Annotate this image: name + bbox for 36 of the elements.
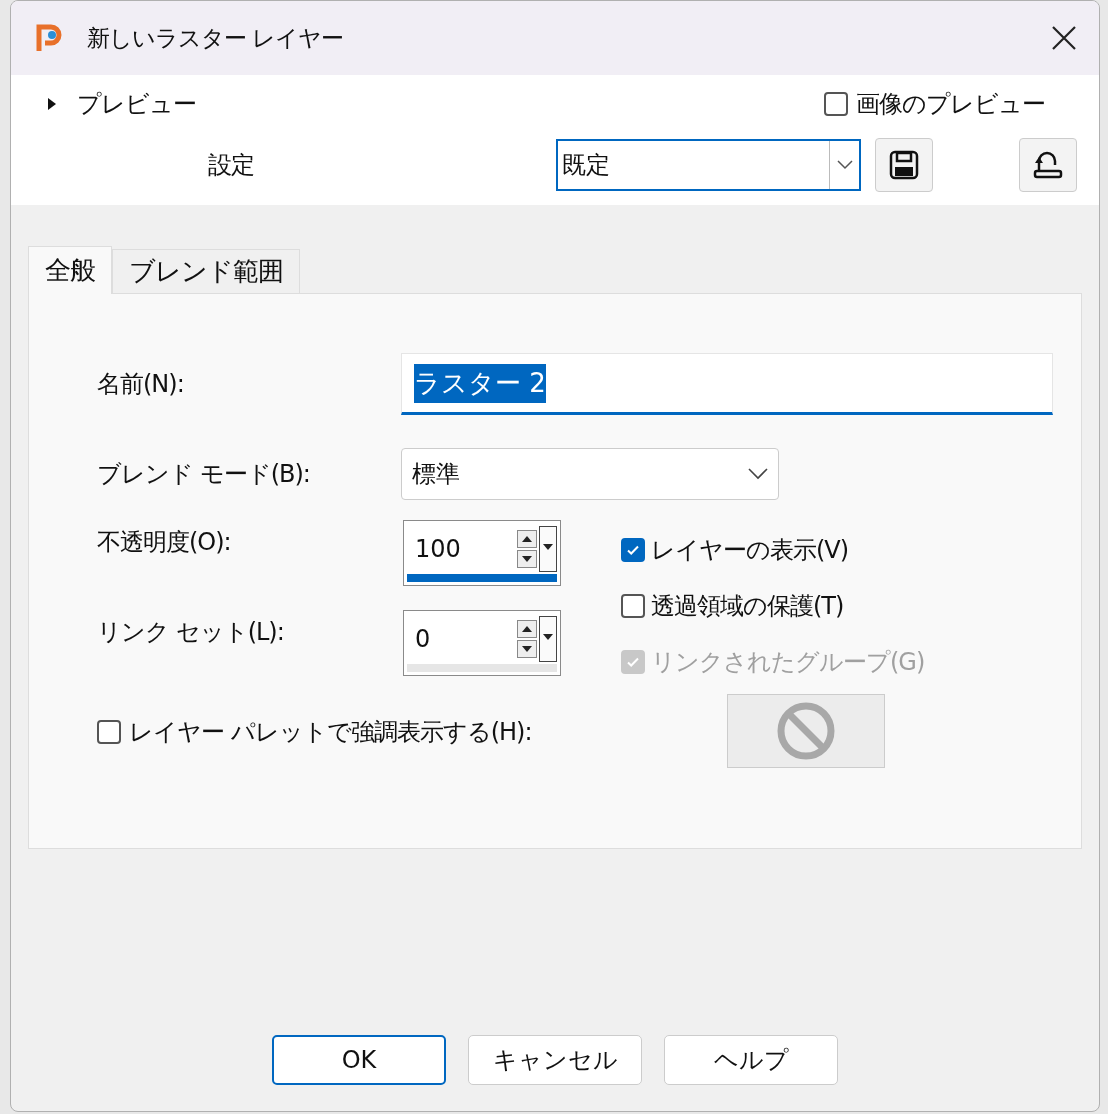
settings-dropdown[interactable]: 既定 <box>556 139 861 191</box>
chevron-down-icon <box>836 160 853 170</box>
name-input[interactable]: ラスター 2 <box>401 353 1053 415</box>
checkbox-label: 透過領域の保護(T) <box>651 591 844 622</box>
field-label: ブレンド モード(B): <box>97 459 311 490</box>
load-button[interactable] <box>1019 138 1077 192</box>
spin-value: 100 <box>414 534 462 565</box>
spin-value: 0 <box>414 624 432 655</box>
chevron-down-icon <box>748 468 768 480</box>
spin-field[interactable]: 100 <box>403 520 561 586</box>
checkbox-label: レイヤー パレットで強調表示する(H): <box>129 717 532 748</box>
checkbox-label: 画像のプレビュー <box>856 89 1045 120</box>
checkbox[interactable] <box>824 92 848 116</box>
dialog-button[interactable]: ヘルプ <box>664 1035 838 1085</box>
spin-field[interactable]: 0 <box>403 610 561 676</box>
checkbox[interactable] <box>97 720 121 744</box>
preview-toggle[interactable]: プレビュー <box>45 86 196 122</box>
checkbox[interactable] <box>621 594 645 618</box>
field-label: 名前(N): <box>97 369 185 400</box>
field-label: 不透明度(O): <box>97 527 232 558</box>
reset-arrow-icon <box>1031 149 1065 181</box>
dialog-button[interactable]: キャンセル <box>468 1035 642 1085</box>
window-title: 新しいラスター レイヤー <box>87 23 344 53</box>
checkbox-label: レイヤーの表示(V) <box>651 535 849 566</box>
field-label: リンク セット(L): <box>97 617 285 648</box>
dialog-button[interactable]: OK <box>272 1035 446 1085</box>
tab[interactable]: 全般 <box>28 246 112 294</box>
save-button[interactable] <box>875 138 933 192</box>
settings-label: 設定 <box>208 150 255 181</box>
tab[interactable]: ブレンド範囲 <box>112 249 300 293</box>
close-icon[interactable] <box>1051 25 1077 51</box>
blend-mode-dropdown[interactable]: 標準 <box>401 448 779 500</box>
color-swatch[interactable] <box>727 694 885 768</box>
checkbox-label: リンクされたグループ(G) <box>651 647 925 678</box>
prohibited-icon <box>777 702 835 760</box>
checkbox[interactable] <box>621 538 645 562</box>
